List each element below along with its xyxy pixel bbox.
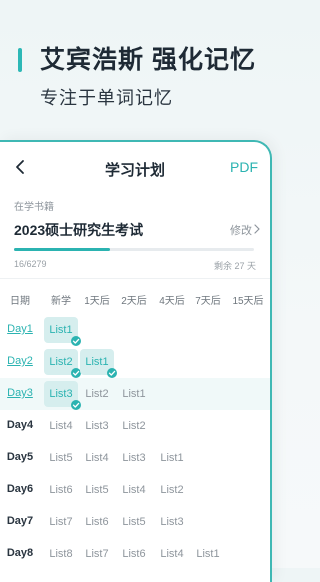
list-cell[interactable]: List2: [116, 413, 152, 439]
column-header-5: 7天后: [195, 296, 221, 307]
list-cell[interactable]: List2: [44, 349, 81, 378]
list-cell[interactable]: List3: [116, 445, 152, 471]
column-header-2: 1天后: [84, 296, 110, 307]
list-cell-label: List7: [85, 548, 109, 560]
book-section-label: 在学书籍: [14, 202, 54, 213]
list-cell[interactable]: List6: [80, 509, 114, 535]
list-cell-label: List2: [160, 484, 184, 496]
list-cell-label: List4: [49, 420, 73, 432]
list-cell-label: List3: [85, 420, 109, 432]
list-cell-label: List1: [196, 548, 220, 560]
list-cell-label: List1: [122, 388, 146, 400]
list-cell[interactable]: List1: [44, 317, 81, 346]
edit-book-button[interactable]: 修改: [230, 222, 252, 238]
check-icon: [107, 368, 117, 378]
list-cell[interactable]: List5: [80, 477, 114, 503]
list-cell[interactable]: List3: [154, 509, 190, 535]
table-row: Day5 List5 List4 List3 List1: [0, 442, 270, 474]
nav-bar: 学习计划 PDF: [0, 142, 270, 194]
chevron-right-icon[interactable]: [252, 224, 262, 234]
list-cell-label: List2: [49, 356, 73, 368]
day-label[interactable]: Day3: [0, 387, 40, 399]
list-cell[interactable]: List6: [116, 541, 152, 567]
list-cell[interactable]: List5: [116, 509, 152, 535]
list-cell[interactable]: List4: [80, 445, 114, 471]
list-cell-label: List4: [85, 452, 109, 464]
day-label: Day8: [6, 547, 34, 559]
list-cell-label: List6: [85, 516, 109, 528]
progress-text: 16/6279: [14, 259, 47, 269]
study-plan-screen: 学习计划 PDF 在学书籍 2023硕士研究生考试 修改 16/6279 剩余 …: [0, 140, 272, 582]
list-cell[interactable]: List1: [116, 381, 152, 407]
day-label: Day5: [6, 451, 34, 463]
list-cell-label: List3: [122, 452, 146, 464]
list-cell[interactable]: List7: [44, 509, 78, 535]
list-cell[interactable]: List3: [44, 381, 81, 410]
list-cell[interactable]: List3: [80, 413, 114, 439]
pdf-button[interactable]: PDF: [230, 159, 258, 175]
list-cell[interactable]: List7: [80, 541, 114, 567]
day-label[interactable]: Day1: [0, 323, 40, 335]
list-cell[interactable]: List8: [44, 541, 78, 567]
promo-accent-bar: [18, 48, 22, 72]
list-cell-label: List1: [85, 356, 109, 368]
list-cell-label: List2: [122, 420, 146, 432]
column-header-1: 新学: [51, 296, 71, 307]
list-cell[interactable]: List5: [44, 445, 78, 471]
list-cell-label: List3: [160, 516, 184, 528]
list-cell-label: List5: [85, 484, 109, 496]
list-cell-label: List4: [122, 484, 146, 496]
list-cell-label: List6: [49, 484, 73, 496]
table-row: Day3 List3 List2 List1: [0, 378, 270, 410]
day-label: Day7: [6, 515, 34, 527]
column-header-date: 日期: [10, 296, 30, 307]
list-cell-label: List4: [160, 548, 184, 560]
column-header-4: 4天后: [159, 296, 185, 307]
list-cell[interactable]: List1: [190, 541, 226, 567]
list-cell[interactable]: List1: [80, 349, 117, 378]
progress-bar-fill: [14, 248, 110, 251]
divider: [0, 278, 270, 279]
table-row: Day2 List2 List1: [0, 346, 270, 378]
list-cell[interactable]: List4: [44, 413, 78, 439]
table-row: Day6 List6 List5 List4 List2: [0, 474, 270, 506]
day-label[interactable]: Day2: [0, 355, 40, 367]
list-cell-label: List1: [160, 452, 184, 464]
column-header-6: 15天后: [232, 296, 264, 307]
list-cell[interactable]: List2: [80, 381, 114, 407]
column-header-3: 2天后: [121, 296, 147, 307]
list-cell-label: List5: [122, 516, 146, 528]
table-row: Day1 List1: [0, 314, 270, 346]
promo-title: 艾宾浩斯 强化记忆: [40, 46, 256, 74]
progress-bar: [14, 248, 254, 251]
list-cell-label: List6: [122, 548, 146, 560]
list-cell-label: List8: [49, 548, 73, 560]
day-label: Day6: [6, 483, 34, 495]
book-name: 2023硕士研究生考试: [14, 222, 144, 238]
list-cell-label: List2: [85, 388, 109, 400]
list-cell[interactable]: List4: [154, 541, 190, 567]
list-cell[interactable]: List2: [154, 477, 190, 503]
list-cell[interactable]: List1: [154, 445, 190, 471]
list-cell-label: List1: [49, 324, 73, 336]
day-label: Day4: [6, 419, 34, 431]
table-row: Day7 List7 List6 List5 List3: [0, 506, 270, 538]
table-row: Day8 List8 List7 List6 List4 List1: [0, 538, 270, 570]
list-cell[interactable]: List4: [116, 477, 152, 503]
list-cell[interactable]: List6: [44, 477, 78, 503]
list-cell-label: List7: [49, 516, 73, 528]
list-cell-label: List5: [49, 452, 73, 464]
check-icon: [71, 336, 81, 346]
table-row: Day4 List4 List3 List2: [0, 410, 270, 442]
list-cell-label: List3: [49, 388, 73, 400]
promo-subtitle: 专注于单词记忆: [40, 88, 173, 108]
remaining-days: 剩余 27 天: [213, 261, 256, 271]
